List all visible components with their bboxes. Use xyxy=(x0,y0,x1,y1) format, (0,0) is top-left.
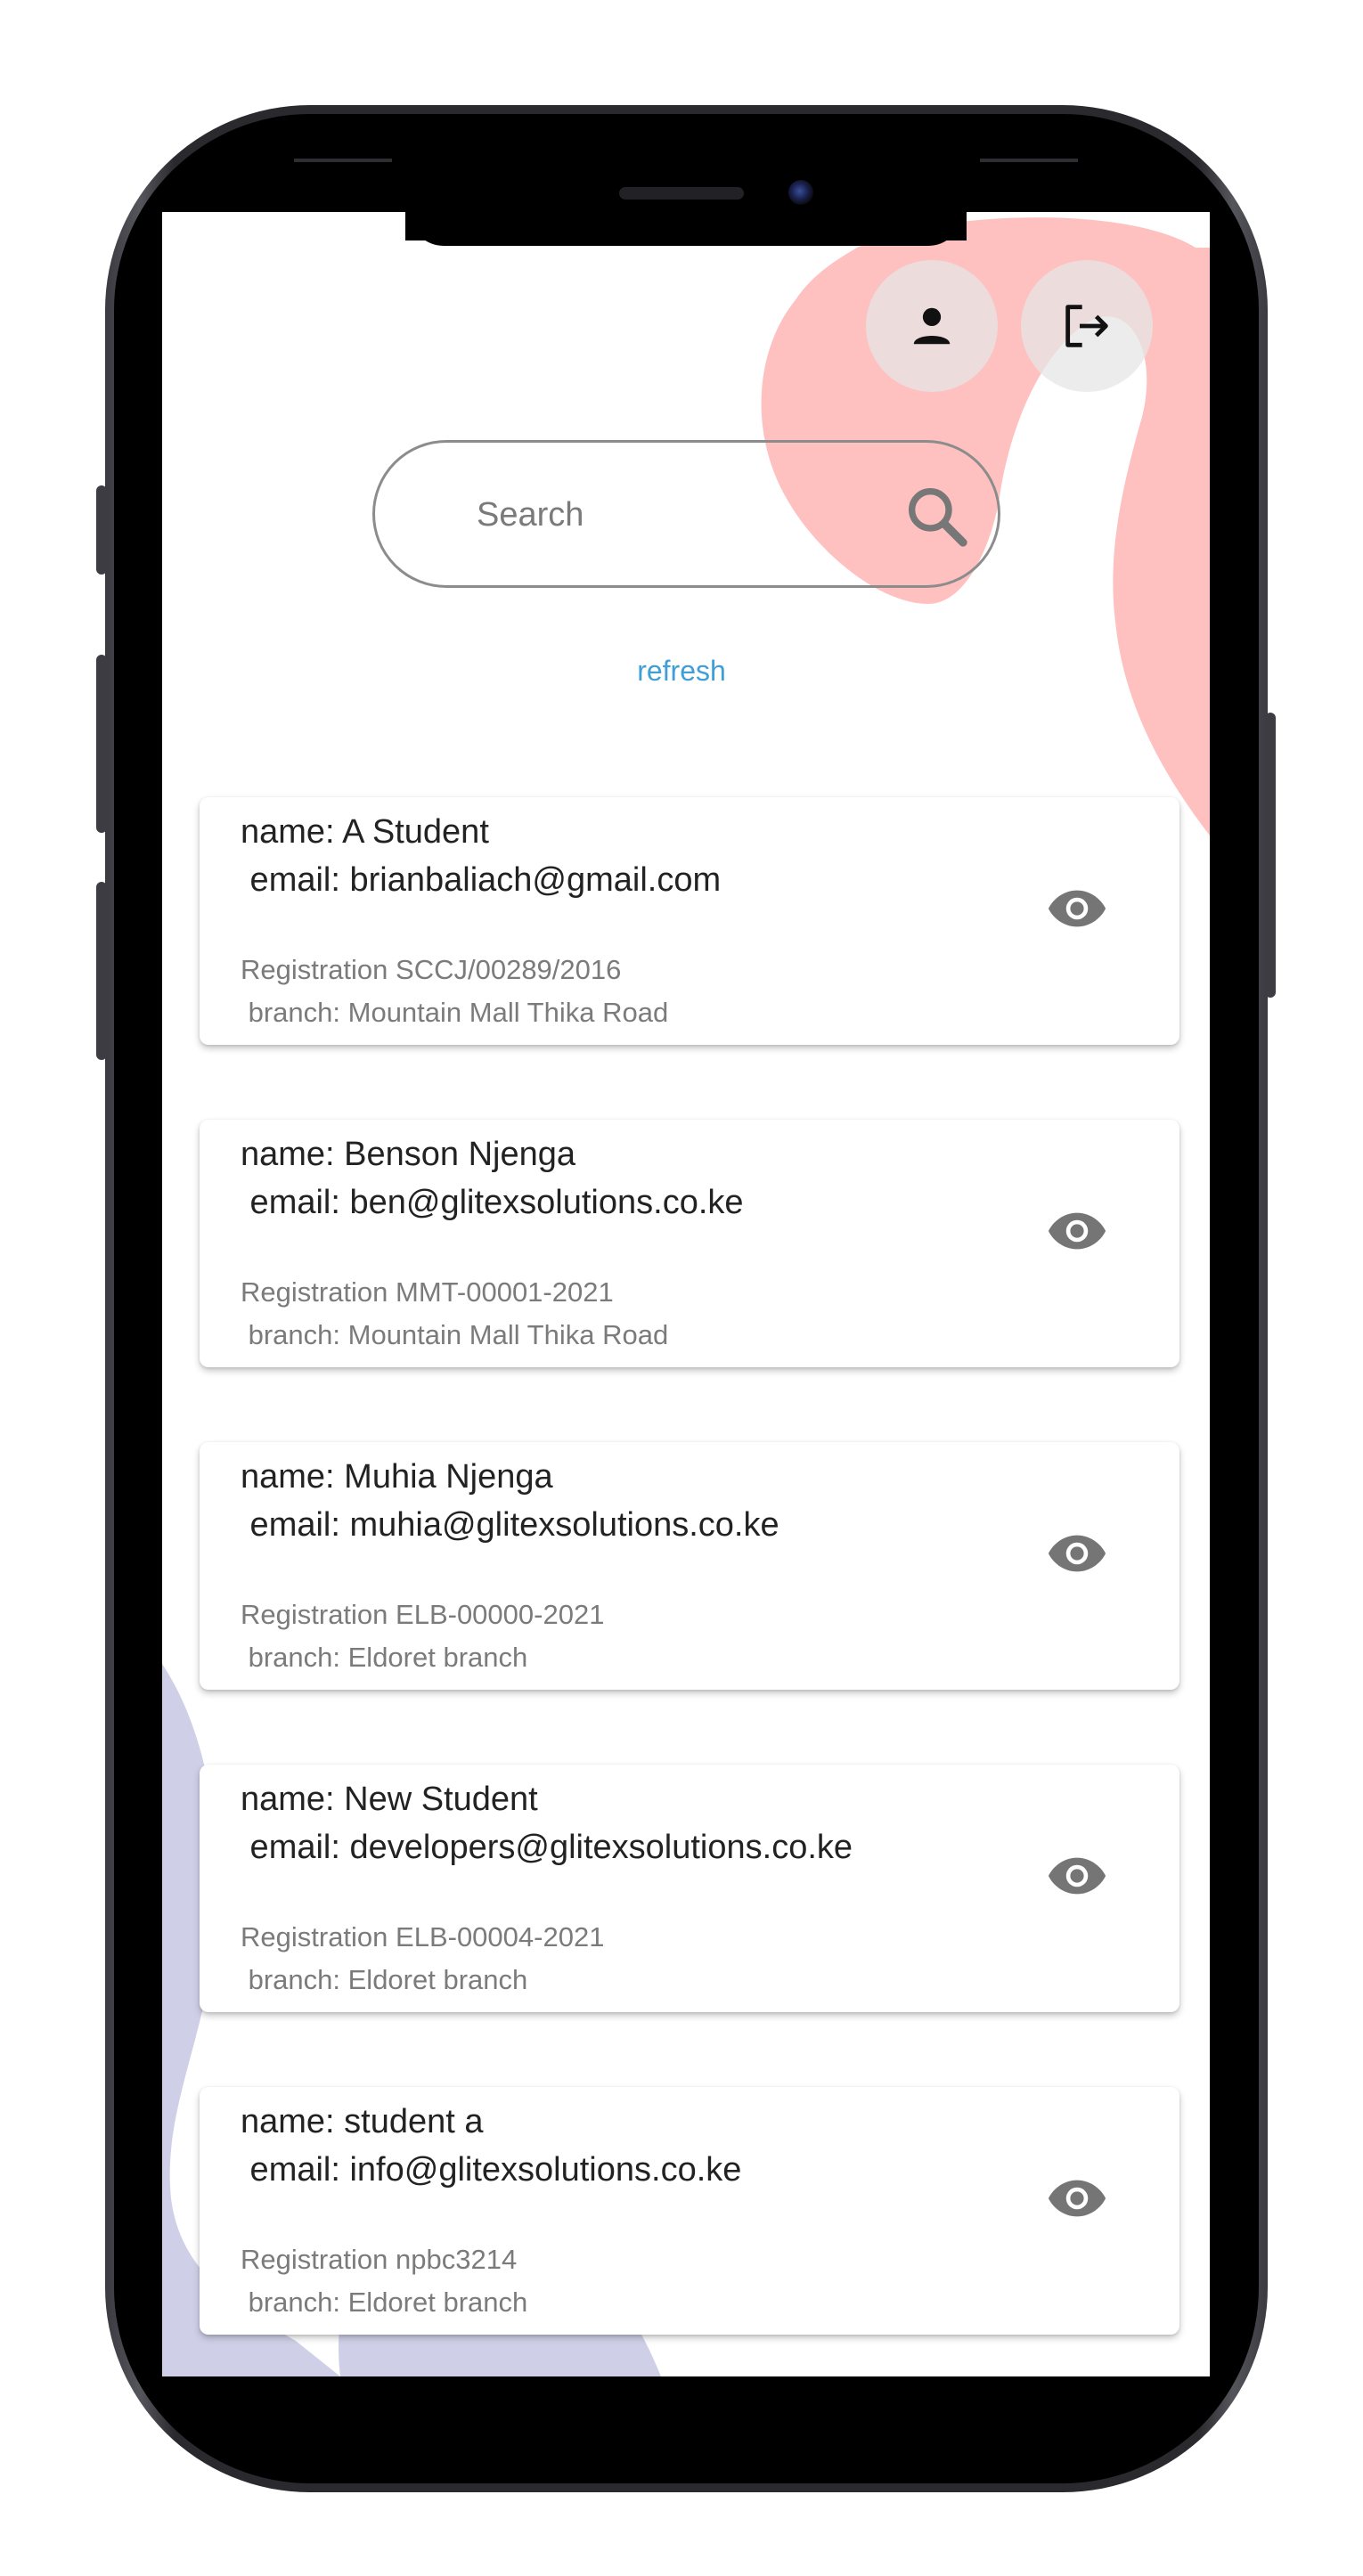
student-card[interactable]: name: A Student email: brianbaliach@gmai… xyxy=(200,797,1179,1045)
view-student-button[interactable] xyxy=(1046,877,1108,940)
student-email: email: brianbaliach@gmail.com xyxy=(241,861,722,899)
front-camera xyxy=(788,180,813,205)
student-registration: Registration ELB-00000-2021 xyxy=(241,1599,605,1630)
student-name: name: Benson Njenga xyxy=(241,1136,576,1173)
eye-icon xyxy=(1048,1212,1106,1250)
student-name: name: New Student xyxy=(241,1781,538,1818)
student-branch: branch: Eldoret branch xyxy=(241,2287,528,2318)
search-bar xyxy=(372,440,1000,588)
logout-button[interactable] xyxy=(1021,260,1153,392)
student-registration: Registration MMT-00001-2021 xyxy=(241,1276,614,1308)
student-email: email: ben@glitexsolutions.co.ke xyxy=(241,1184,744,1221)
search-button[interactable] xyxy=(901,480,972,551)
student-card[interactable]: name: New Student email: developers@glit… xyxy=(200,1765,1179,2012)
profile-button[interactable] xyxy=(866,260,998,392)
student-email: email: developers@glitexsolutions.co.ke xyxy=(241,1829,853,1866)
student-card[interactable]: name: Benson Njenga email: ben@glitexsol… xyxy=(200,1120,1179,1367)
student-registration: Registration SCCJ/00289/2016 xyxy=(241,954,622,985)
student-branch: branch: Eldoret branch xyxy=(241,1964,528,1995)
student-card[interactable]: name: student a email: info@glitexsoluti… xyxy=(200,2087,1179,2335)
eye-icon xyxy=(1048,1857,1106,1895)
search-input[interactable] xyxy=(475,478,861,551)
notch-bottom xyxy=(410,212,962,246)
device-mockup: refresh name: A Student email: brianbali… xyxy=(0,0,1363,2576)
antenna-line xyxy=(294,159,392,162)
student-email: email: info@glitexsolutions.co.ke xyxy=(241,2151,742,2189)
mute-switch xyxy=(96,485,107,575)
student-registration: Registration npbc3214 xyxy=(241,2244,518,2275)
student-branch: branch: Mountain Mall Thika Road xyxy=(241,997,669,1028)
antenna-line xyxy=(980,159,1078,162)
view-student-button[interactable] xyxy=(1046,1845,1108,1907)
view-student-button[interactable] xyxy=(1046,1200,1108,1262)
eye-icon xyxy=(1048,1535,1106,1572)
student-branch: branch: Mountain Mall Thika Road xyxy=(241,1319,669,1350)
student-registration: Registration ELB-00004-2021 xyxy=(241,1921,605,1952)
eye-icon xyxy=(1048,2180,1106,2217)
eye-icon xyxy=(1048,890,1106,927)
student-name: name: A Student xyxy=(241,813,489,851)
view-student-button[interactable] xyxy=(1046,1522,1108,1585)
logout-icon xyxy=(1065,305,1108,347)
student-branch: branch: Eldoret branch xyxy=(241,1642,528,1673)
search-icon xyxy=(909,488,967,547)
student-card[interactable]: name: Muhia Njenga email: muhia@glitexso… xyxy=(200,1442,1179,1690)
student-email: email: muhia@glitexsolutions.co.ke xyxy=(241,1506,779,1544)
earpiece-speaker xyxy=(619,187,744,200)
view-student-button[interactable] xyxy=(1046,2167,1108,2230)
volume-down-button xyxy=(96,882,107,1060)
power-button xyxy=(1265,713,1276,998)
refresh-link[interactable]: refresh xyxy=(0,655,1363,688)
person-icon xyxy=(913,307,951,345)
student-name: name: student a xyxy=(241,2103,484,2140)
student-name: name: Muhia Njenga xyxy=(241,1458,553,1496)
